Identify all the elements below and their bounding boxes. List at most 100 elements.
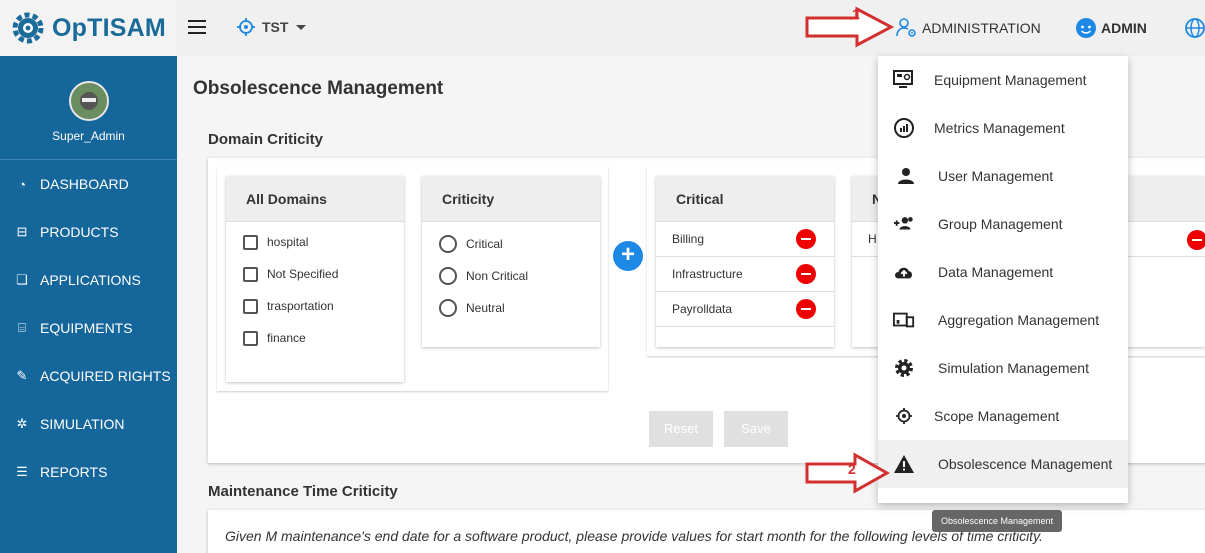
- radio-button[interactable]: [439, 299, 457, 317]
- criticity-option-label: Neutral: [466, 301, 505, 315]
- critical-domain-label: Billing: [672, 232, 705, 246]
- criticity-option-label: Critical: [466, 237, 503, 251]
- avatar[interactable]: [68, 81, 109, 121]
- domain-label: trasportation: [267, 299, 334, 313]
- acquired-rights-icon: ✎: [16, 368, 28, 383]
- critical-domain-row: Billing: [656, 222, 834, 257]
- sidebar-item-acquired-rights[interactable]: ✎ ACQUIRED RIGHTS: [0, 352, 177, 400]
- menu-item-label: Group Management: [938, 216, 1063, 232]
- group-add-icon: [893, 217, 913, 230]
- domain-checkbox-row[interactable]: finance: [226, 322, 404, 354]
- sidebar-item-label: APPLICATIONS: [40, 272, 141, 288]
- remove-icon[interactable]: [1187, 230, 1205, 250]
- admin-user-button[interactable]: ADMIN: [1075, 17, 1147, 39]
- sidebar: Super_Admin ◔ DASHBOARD ⊟ PRODUCTS ❏ APP…: [0, 56, 177, 553]
- menu-item-label: Metrics Management: [934, 120, 1065, 136]
- checkbox[interactable]: [243, 266, 258, 282]
- dashboard-icon: ◔: [18, 176, 26, 192]
- all-domains-panel: All Domains hospital Not Specified trasp…: [226, 176, 404, 382]
- menu-item-label: User Management: [938, 168, 1054, 184]
- menu-item-label: Scope Management: [934, 408, 1060, 424]
- logo-gear-icon: [12, 12, 44, 44]
- domain-checkbox-row[interactable]: Not Specified: [226, 258, 404, 290]
- scope-selector[interactable]: TST: [236, 17, 307, 37]
- sidebar-item-label: SIMULATION: [40, 416, 125, 432]
- metrics-icon: [894, 118, 914, 138]
- menu-item-aggregation-management[interactable]: Aggregation Management: [878, 296, 1128, 344]
- non-critical-domain-label: H: [868, 232, 877, 246]
- target-icon: [896, 408, 912, 424]
- criticity-radio-row[interactable]: Critical: [422, 228, 600, 260]
- radio-button[interactable]: [439, 235, 457, 253]
- sidebar-item-simulation[interactable]: ✲ SIMULATION: [0, 400, 177, 448]
- menu-item-label: Obsolescence Management: [938, 456, 1113, 472]
- critical-title: Critical: [656, 176, 834, 222]
- checkbox[interactable]: [243, 330, 258, 346]
- critical-domain-row: Infrastructure: [656, 257, 834, 292]
- top-bar: OpTISAM TST 1 ADMINISTRATION ADMIN: [0, 0, 1205, 56]
- sidebar-item-label: PRODUCTS: [40, 224, 119, 240]
- menu-item-equipment-management[interactable]: Equipment Management: [878, 56, 1128, 104]
- username: Super_Admin: [52, 129, 125, 143]
- sidebar-item-dashboard[interactable]: ◔ DASHBOARD: [0, 160, 177, 208]
- add-criticity-button[interactable]: +: [613, 241, 643, 271]
- criticity-radio-row[interactable]: Neutral: [422, 292, 600, 324]
- products-icon: ⊟: [16, 224, 28, 239]
- radio-button[interactable]: [439, 267, 457, 285]
- domain-checkbox-row[interactable]: hospital: [226, 226, 404, 258]
- administration-menu-button[interactable]: ADMINISTRATION: [896, 17, 1041, 39]
- target-icon: [237, 18, 255, 36]
- menu-item-metrics-management[interactable]: Metrics Management: [878, 104, 1128, 152]
- all-domains-title: All Domains: [226, 176, 404, 222]
- sidebar-item-label: ACQUIRED RIGHTS: [40, 368, 171, 384]
- maintenance-hint: Given M maintenance's end date for a sof…: [225, 528, 1043, 544]
- sidebar-item-reports[interactable]: ☰ REPORTS: [0, 448, 177, 496]
- sidebar-item-products[interactable]: ⊟ PRODUCTS: [0, 208, 177, 256]
- scope-label: TST: [262, 19, 289, 35]
- remove-icon[interactable]: [796, 264, 816, 284]
- administration-dropdown-menu: Equipment Management Metrics Management …: [878, 56, 1128, 503]
- domain-label: finance: [267, 331, 306, 345]
- domain-checkbox-row[interactable]: trasportation: [226, 290, 404, 322]
- menu-item-simulation-management[interactable]: Simulation Management: [878, 344, 1128, 392]
- sidebar-item-label: DASHBOARD: [40, 176, 129, 192]
- logo[interactable]: OpTISAM: [0, 0, 177, 56]
- equipment-management-icon: [893, 70, 913, 88]
- sidebar-item-label: REPORTS: [40, 464, 108, 480]
- sidebar-item-equipments[interactable]: ⌸ EQUIPMENTS: [0, 304, 177, 352]
- sidebar-item-applications[interactable]: ❏ APPLICATIONS: [0, 256, 177, 304]
- administration-label: ADMINISTRATION: [922, 20, 1041, 36]
- menu-item-label: Data Management: [938, 264, 1054, 280]
- checkbox[interactable]: [243, 234, 258, 250]
- reset-button[interactable]: Reset: [649, 411, 713, 447]
- remove-icon[interactable]: [796, 229, 816, 249]
- criticity-panel: Criticity Critical Non Critical Neutral: [422, 176, 600, 347]
- cloud-upload-icon: [895, 267, 913, 279]
- menu-toggle-icon[interactable]: [188, 20, 206, 34]
- user-settings-icon: [896, 18, 916, 37]
- menu-item-group-management[interactable]: Group Management: [878, 200, 1128, 248]
- domain-label: hospital: [267, 235, 309, 249]
- annotation-arrow-1: [805, 6, 895, 48]
- menu-item-user-management[interactable]: User Management: [878, 152, 1128, 200]
- critical-domain-row: Payrolldata: [656, 292, 834, 327]
- maintenance-time-criticity-title: Maintenance Time Criticity: [208, 483, 398, 500]
- globe-icon[interactable]: [1184, 17, 1205, 39]
- page-title: Obsolescence Management: [193, 78, 444, 99]
- checkbox[interactable]: [243, 298, 258, 314]
- remove-icon[interactable]: [796, 299, 816, 319]
- criticity-title: Criticity: [422, 176, 600, 222]
- user-icon: [898, 168, 914, 184]
- menu-item-obsolescence-management[interactable]: Obsolescence Management: [878, 440, 1128, 488]
- warning-icon: [894, 455, 914, 473]
- criticity-radio-row[interactable]: Non Critical: [422, 260, 600, 292]
- menu-item-scope-management[interactable]: Scope Management: [878, 392, 1128, 440]
- save-button[interactable]: Save: [724, 411, 788, 447]
- menu-item-data-management[interactable]: Data Management: [878, 248, 1128, 296]
- critical-panel: Critical Billing Infrastructure Payrolld…: [656, 176, 834, 347]
- menu-item-label: Equipment Management: [934, 72, 1087, 88]
- domain-label: Not Specified: [267, 267, 339, 281]
- critical-domain-label: Payrolldata: [672, 302, 733, 316]
- logo-text: OpTISAM: [52, 13, 166, 42]
- equipments-icon: ⌸: [18, 320, 26, 335]
